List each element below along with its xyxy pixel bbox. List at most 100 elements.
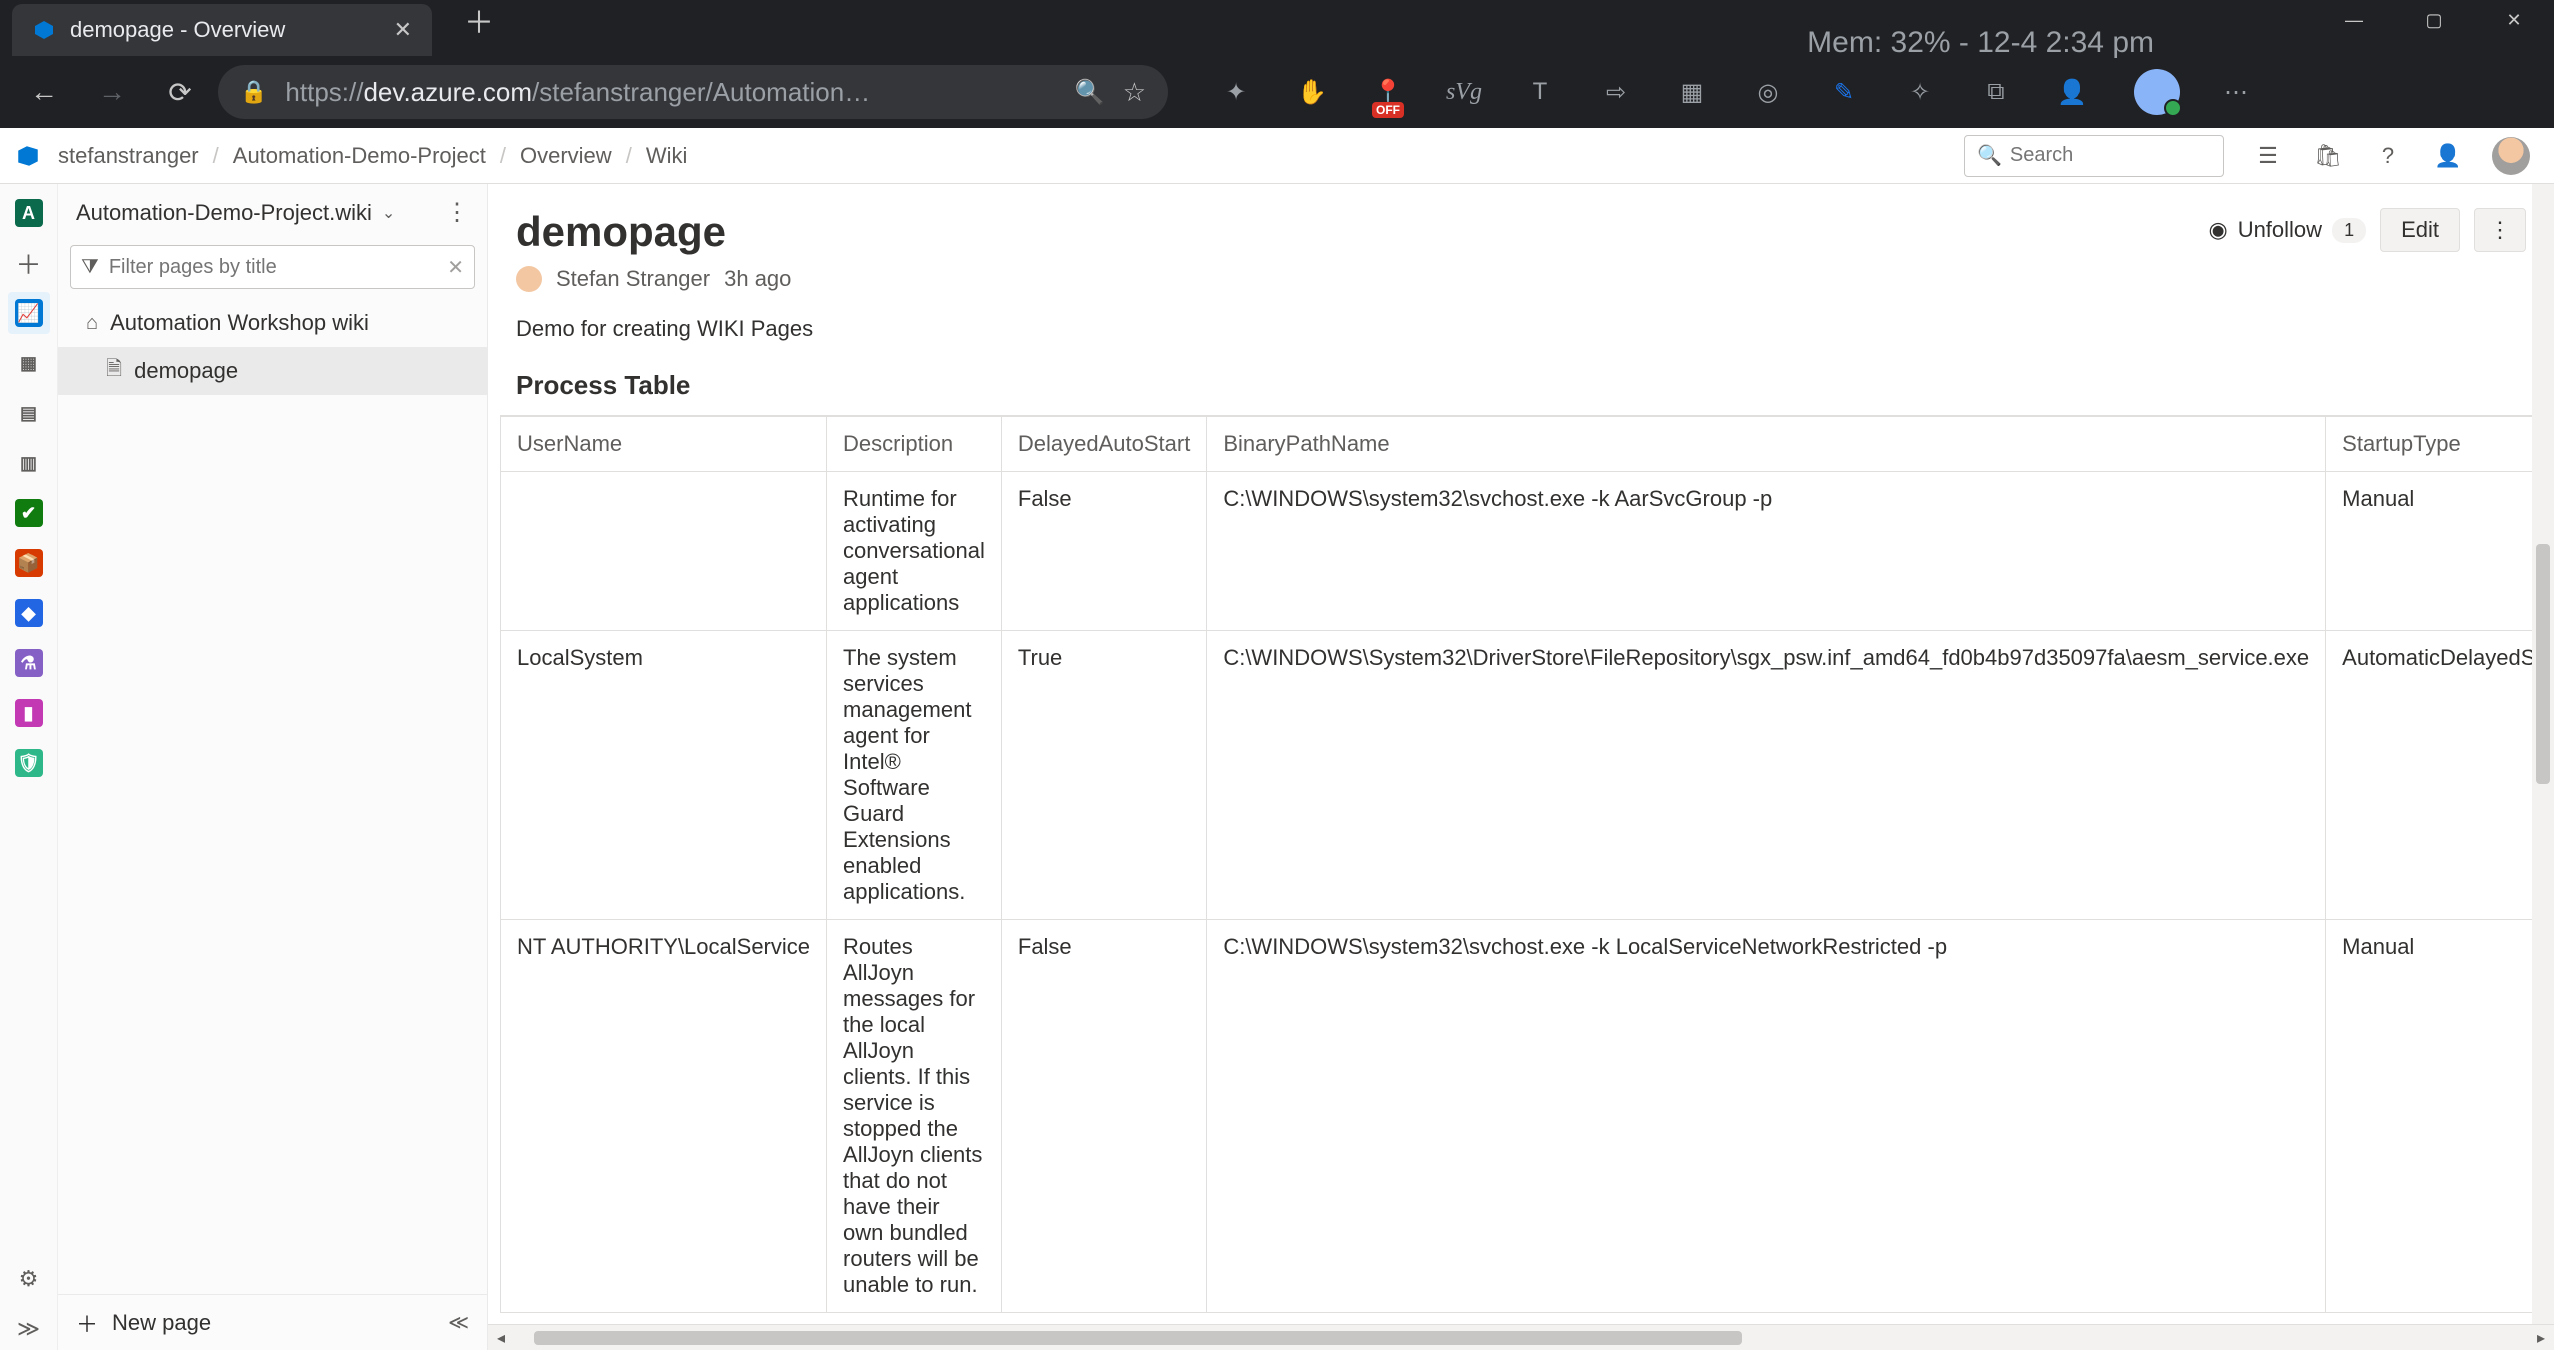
page-meta: Stefan Stranger 3h ago — [488, 266, 2554, 306]
favorite-icon[interactable]: ☆ — [1123, 77, 1146, 108]
azure-devops-logo-icon[interactable] — [12, 140, 44, 172]
collections-icon[interactable]: ✧ — [1900, 72, 1940, 112]
breadcrumb-item[interactable]: Wiki — [646, 143, 688, 169]
filter-input[interactable] — [109, 256, 437, 279]
browser-profile-avatar[interactable] — [2134, 69, 2180, 115]
tree-item-root[interactable]: ⌂ Automation Workshop wiki — [58, 299, 487, 347]
extension-icon[interactable]: ▦ — [1672, 72, 1712, 112]
user-settings-icon[interactable]: 👤 — [2432, 140, 2464, 172]
scroll-track[interactable] — [514, 1331, 2528, 1345]
breadcrumb-item[interactable]: stefanstranger — [58, 143, 199, 169]
main-content: demopage ◉ Unfollow 1 Edit ⋮ Stefan Stra… — [488, 184, 2554, 1350]
gear-icon[interactable]: ⚙ — [8, 1258, 50, 1300]
nav-extension[interactable]: ◆ — [8, 592, 50, 634]
breadcrumb-item[interactable]: Automation-Demo-Project — [233, 143, 486, 169]
pen-ext-icon[interactable]: ✎ — [1824, 72, 1864, 112]
more-options-icon[interactable]: ⋮ — [445, 198, 469, 227]
vertical-scrollbar[interactable] — [2532, 184, 2554, 1324]
edit-button[interactable]: Edit — [2380, 208, 2460, 252]
author-avatar — [516, 266, 542, 292]
vertical-nav: A ＋ 📈 ▦ ▤ ▥ ✔ 📦 ◆ ⚗ ▮ 🛡 ⚙ ≫ — [0, 184, 58, 1350]
nav-test-plans[interactable]: ✔ — [8, 492, 50, 534]
col-username: UserName — [501, 417, 827, 472]
cell-description: Runtime for activating conversational ag… — [827, 472, 1002, 631]
home-icon: ⌂ — [86, 312, 98, 335]
nav-pipelines[interactable]: ▥ — [8, 442, 50, 484]
nav-artifacts[interactable]: 📦 — [8, 542, 50, 584]
cell-binarypath: C:\WINDOWS\system32\svchost.exe -k Local… — [1207, 920, 2326, 1313]
wiki-selector[interactable]: Automation-Demo-Project.wiki ⌄ ⋮ — [58, 184, 487, 241]
close-tab-icon[interactable]: ✕ — [394, 17, 412, 43]
page-more-button[interactable]: ⋮ — [2474, 208, 2526, 252]
user-avatar[interactable] — [2492, 137, 2530, 175]
nav-overview[interactable]: 📈 — [8, 292, 50, 334]
cell-description: The system services management agent for… — [827, 631, 1002, 920]
cell-delayed: True — [1001, 631, 1206, 920]
svg-ext-icon[interactable]: sVg — [1444, 72, 1484, 112]
maximize-button[interactable]: ▢ — [2394, 0, 2474, 40]
horizontal-scrollbar[interactable]: ◂ ▸ — [488, 1324, 2554, 1350]
tesla-ext-icon[interactable]: T — [1520, 72, 1560, 112]
page-header: demopage ◉ Unfollow 1 Edit ⋮ — [488, 184, 2554, 266]
search-icon: 🔍 — [1977, 143, 2002, 168]
address-bar[interactable]: 🔒 https://dev.azure.com/stefanstranger/A… — [218, 65, 1168, 119]
extension-icon[interactable]: ◎ — [1748, 72, 1788, 112]
vertical-scroll-thumb[interactable] — [2536, 544, 2550, 784]
scroll-right-icon[interactable]: ▸ — [2528, 1328, 2554, 1348]
site-search-icon[interactable]: 🔍 — [1075, 78, 1105, 107]
forward-button[interactable]: → — [82, 62, 142, 122]
extension-icon[interactable]: ✦ — [1216, 72, 1256, 112]
new-page-label: New page — [112, 1310, 211, 1336]
nav-extension[interactable]: 🛡 — [8, 742, 50, 784]
new-tab-button[interactable]: ＋ — [452, 0, 506, 48]
project-selector[interactable]: A — [8, 192, 50, 234]
add-item-button[interactable]: ＋ — [8, 242, 50, 284]
shopping-bag-icon[interactable]: 🛍 — [2312, 140, 2344, 172]
nav-boards[interactable]: ▦ — [8, 342, 50, 384]
profile-ext-icon[interactable]: 👤 — [2052, 72, 2092, 112]
add-to-collection-icon[interactable]: ⧉ — [1976, 72, 2016, 112]
reload-button[interactable]: ⟳ — [150, 62, 210, 122]
search-input[interactable] — [2010, 144, 2211, 167]
cell-username: LocalSystem — [501, 631, 827, 920]
minimize-button[interactable]: — — [2314, 0, 2394, 40]
section-heading: Process Table — [488, 362, 2554, 415]
topbar-icons: ☰ 🛍 ? 👤 — [2252, 137, 2530, 175]
adblock-icon[interactable]: ✋ — [1292, 72, 1332, 112]
chevron-left-icon[interactable]: ≪ — [448, 1310, 469, 1335]
scroll-thumb[interactable] — [534, 1331, 1742, 1345]
col-description: Description — [827, 417, 1002, 472]
extension-off-icon[interactable]: 📍OFF — [1368, 72, 1408, 112]
list-icon[interactable]: ☰ — [2252, 140, 2284, 172]
expand-nav-icon[interactable]: ≫ — [8, 1308, 50, 1350]
cell-username — [501, 472, 827, 631]
process-table-wrapper[interactable]: UserName Description DelayedAutoStart Bi… — [500, 415, 2554, 1324]
new-page-button[interactable]: ＋ New page ≪ — [58, 1294, 487, 1350]
col-delayed: DelayedAutoStart — [1001, 417, 1206, 472]
cell-startup: Manual — [2326, 472, 2554, 631]
breadcrumb-item[interactable]: Overview — [520, 143, 612, 169]
clear-filter-icon[interactable]: ✕ — [447, 255, 464, 280]
browser-tab[interactable]: demopage - Overview ✕ — [12, 4, 432, 56]
more-menu-icon[interactable]: ⋯ — [2216, 72, 2256, 112]
extension-icon[interactable]: ⇨ — [1596, 72, 1636, 112]
help-icon[interactable]: ? — [2372, 140, 2404, 172]
search-box[interactable]: 🔍 — [1964, 135, 2224, 177]
close-window-button[interactable]: ✕ — [2474, 0, 2554, 40]
back-button[interactable]: ← — [14, 62, 74, 122]
scroll-left-icon[interactable]: ◂ — [488, 1328, 514, 1348]
unfollow-button[interactable]: ◉ Unfollow 1 — [2208, 217, 2366, 243]
author-name: Stefan Stranger — [556, 266, 710, 292]
cell-delayed: False — [1001, 920, 1206, 1313]
filter-box[interactable]: ⧩ ✕ — [70, 245, 475, 289]
nav-repos[interactable]: ▤ — [8, 392, 50, 434]
tab-title: demopage - Overview — [70, 17, 380, 43]
process-table: UserName Description DelayedAutoStart Bi… — [500, 416, 2554, 1313]
nav-extension[interactable]: ▮ — [8, 692, 50, 734]
nav-extension[interactable]: ⚗ — [8, 642, 50, 684]
tree-item-demopage[interactable]: 🗎 demopage — [58, 347, 487, 395]
page-description: Demo for creating WIKI Pages — [488, 306, 2554, 362]
chevron-down-icon: ⌄ — [382, 203, 395, 223]
breadcrumb-separator: / — [213, 143, 219, 169]
extensions-row: ✦ ✋ 📍OFF sVg T ⇨ ▦ ◎ ✎ ✧ ⧉ 👤 ⋯ — [1176, 69, 2540, 115]
